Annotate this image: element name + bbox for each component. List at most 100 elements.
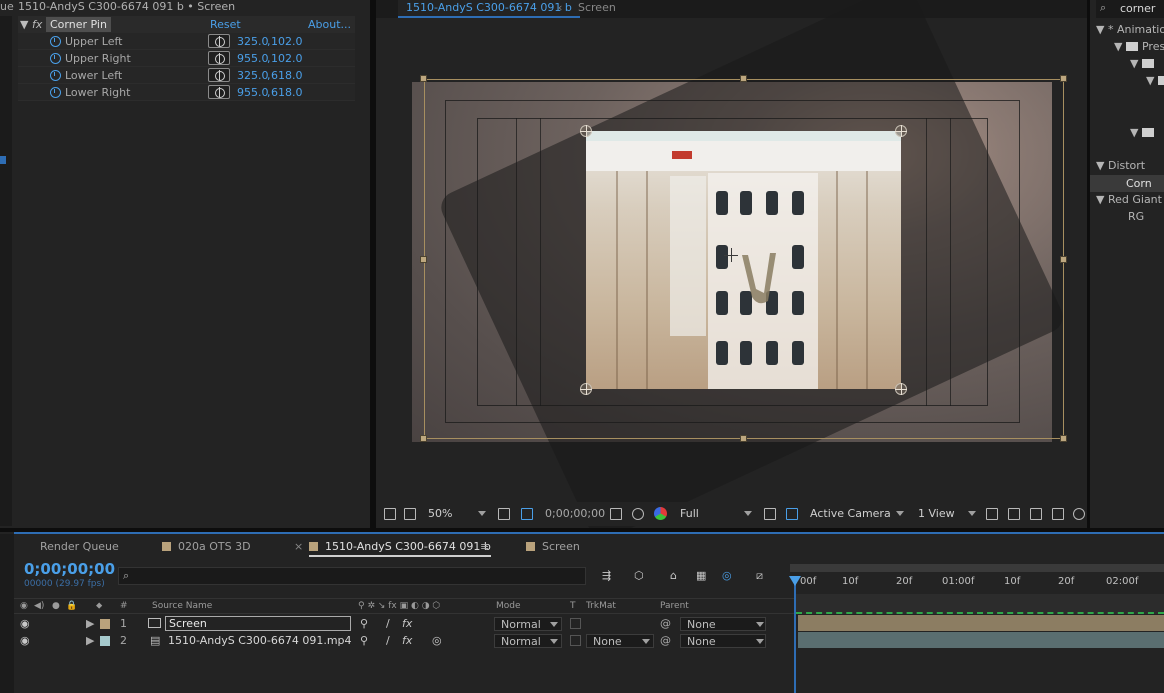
current-time-display[interactable]: 0;00;00;00 <box>541 505 607 523</box>
pick-whip-icon[interactable]: @ <box>660 615 671 632</box>
expand-triangle-icon[interactable]: ▼ <box>20 16 28 33</box>
crosshair-pick-icon[interactable] <box>208 34 230 48</box>
transparency-grid-icon[interactable] <box>786 508 798 520</box>
label-color-swatch[interactable] <box>100 619 110 629</box>
layer-name[interactable]: 1510-AndyS C300-6674 091.mp4 <box>168 632 352 649</box>
playhead-line[interactable] <box>794 576 796 693</box>
layer-name[interactable]: Screen <box>165 616 351 631</box>
chevron-left-icon[interactable]: ‹ <box>558 0 562 16</box>
crosshair-pick-icon[interactable] <box>208 68 230 82</box>
property-x-value[interactable]: 325.0 <box>237 33 269 50</box>
stopwatch-icon[interactable] <box>50 36 61 47</box>
layer-handle[interactable] <box>1060 435 1067 442</box>
motion-blur-switch-icon[interactable]: ◎ <box>432 632 442 649</box>
folder-item[interactable]: ▼ <box>1130 55 1158 72</box>
stopwatch-icon[interactable] <box>50 53 61 64</box>
preserve-transparency-toggle[interactable] <box>570 618 581 629</box>
tab-screen[interactable]: Screen <box>526 537 580 557</box>
property-row-lower-left[interactable]: Lower Left 325.0 , 618.0 <box>18 67 355 84</box>
expand-triangle-icon[interactable]: ▼ <box>1146 74 1158 87</box>
solo-icon[interactable]: ● <box>52 599 60 614</box>
eye-icon[interactable]: ◉ <box>20 615 30 632</box>
reset-link[interactable]: Reset <box>210 16 241 33</box>
tab-main-composition[interactable]: 1510-AndyS C300-6674 091 b <box>309 537 491 557</box>
expand-triangle-icon[interactable]: ▼ <box>1096 159 1108 172</box>
work-area-bar[interactable] <box>790 564 1164 572</box>
resolution-dropdown[interactable]: Full <box>676 505 754 523</box>
property-y-value[interactable]: 618.0 <box>271 67 303 84</box>
category-red-giant[interactable]: ▼ Red Giant W <box>1096 191 1164 208</box>
tab-layer[interactable]: Screen <box>578 0 616 16</box>
folder-item[interactable]: ▼ <box>1130 124 1158 141</box>
search-input[interactable]: corner <box>1120 2 1155 15</box>
expand-triangle-icon[interactable]: ▼ <box>1096 23 1108 36</box>
stopwatch-icon[interactable] <box>50 87 61 98</box>
folder-presets[interactable]: ▼ Pres <box>1114 38 1164 55</box>
property-y-value[interactable]: 102.0 <box>271 33 303 50</box>
tab-020a-ots-3d[interactable]: 020a OTS 3D <box>162 537 251 557</box>
crosshair-pick-icon[interactable] <box>208 51 230 65</box>
fx-icon[interactable]: fx <box>32 16 42 33</box>
quality-switch-icon[interactable]: / <box>386 632 390 649</box>
layer-search-field[interactable]: ⌕ <box>118 567 586 585</box>
property-x-value[interactable]: 955.0 <box>237 50 269 67</box>
expand-triangle-icon[interactable]: ▼ <box>1096 193 1108 206</box>
playhead-icon[interactable] <box>789 576 801 586</box>
layer-handle[interactable] <box>420 75 427 82</box>
graph-editor-icon[interactable]: ⧄ <box>756 569 763 583</box>
stopwatch-icon[interactable] <box>50 70 61 81</box>
composition-canvas[interactable] <box>412 0 1068 545</box>
close-tab-icon[interactable]: × <box>294 537 303 557</box>
pick-whip-icon[interactable]: @ <box>660 632 671 649</box>
motion-blur-icon[interactable]: ◎ <box>722 569 732 582</box>
mask-visibility-icon[interactable] <box>521 508 533 520</box>
layer-duration-bar[interactable] <box>798 632 1164 648</box>
property-row-lower-right[interactable]: Lower Right 955.0 , 618.0 <box>18 84 355 101</box>
camera-dropdown[interactable]: Active Camera <box>806 505 906 523</box>
expand-triangle-icon[interactable]: ▶ <box>86 615 94 632</box>
parent-dropdown[interactable]: None <box>680 634 766 648</box>
layer-handle[interactable] <box>740 75 747 82</box>
effect-item-rg[interactable]: RG <box>1128 208 1144 225</box>
column-source-name[interactable]: Source Name <box>152 599 212 614</box>
reset-exposure-icon[interactable] <box>1073 508 1085 520</box>
panel-menu-icon[interactable]: ≡ <box>480 537 489 557</box>
draft-3d-icon[interactable]: ⬡ <box>634 569 644 582</box>
effects-search-field[interactable]: ⌕ corner <box>1096 0 1164 18</box>
frame-blending-icon[interactable]: ▦ <box>696 569 706 582</box>
expand-triangle-icon[interactable]: ▶ <box>86 632 94 649</box>
shy-switch-icon[interactable]: ⚲ <box>360 632 368 649</box>
grid-guides-icon[interactable] <box>498 508 510 520</box>
effect-name[interactable]: Corner Pin <box>46 17 111 32</box>
property-row-upper-right[interactable]: Upper Right 955.0 , 102.0 <box>18 50 355 67</box>
monitor-icon[interactable] <box>404 508 416 520</box>
layer-handle[interactable] <box>420 256 427 263</box>
flowchart-icon[interactable] <box>1052 508 1064 520</box>
fx-switch-icon[interactable]: fx <box>402 632 412 649</box>
always-preview-icon[interactable] <box>384 508 396 520</box>
camera-snapshot-icon[interactable] <box>610 508 622 520</box>
comp-flowchart-icon[interactable]: ⇶ <box>602 569 611 582</box>
label-tag-icon[interactable]: ⬥ <box>96 599 102 614</box>
timeline-current-time[interactable]: 0;00;00;00 <box>24 560 115 578</box>
preserve-transparency-toggle[interactable] <box>570 635 581 646</box>
property-y-value[interactable]: 618.0 <box>271 84 303 101</box>
folder-item[interactable]: ▼ <box>1146 72 1164 89</box>
parent-dropdown[interactable]: None <box>680 617 766 631</box>
fast-previews-icon[interactable] <box>1008 508 1020 520</box>
property-x-value[interactable]: 955.0 <box>237 84 269 101</box>
region-of-interest-icon[interactable] <box>764 508 776 520</box>
eye-icon[interactable]: ◉ <box>20 632 30 649</box>
layer-handle[interactable] <box>1060 75 1067 82</box>
fx-switch-icon[interactable]: fx <box>402 615 412 632</box>
eye-icon[interactable]: ◉ <box>20 599 28 614</box>
label-color-swatch[interactable] <box>100 636 110 646</box>
tab-composition[interactable]: 1510-AndyS C300-6674 091 b <box>398 0 580 18</box>
quality-switch-icon[interactable]: / <box>386 615 390 632</box>
property-row-upper-left[interactable]: Upper Left 325.0 , 102.0 <box>18 33 355 50</box>
tab-render-queue[interactable]: Render Queue <box>40 537 119 557</box>
effect-item-corner-pin[interactable]: Corn <box>1090 175 1164 192</box>
layer-duration-bar[interactable] <box>798 615 1164 631</box>
category-animation[interactable]: ▼ * Animation <box>1096 21 1164 38</box>
layer-handle[interactable] <box>1060 256 1067 263</box>
